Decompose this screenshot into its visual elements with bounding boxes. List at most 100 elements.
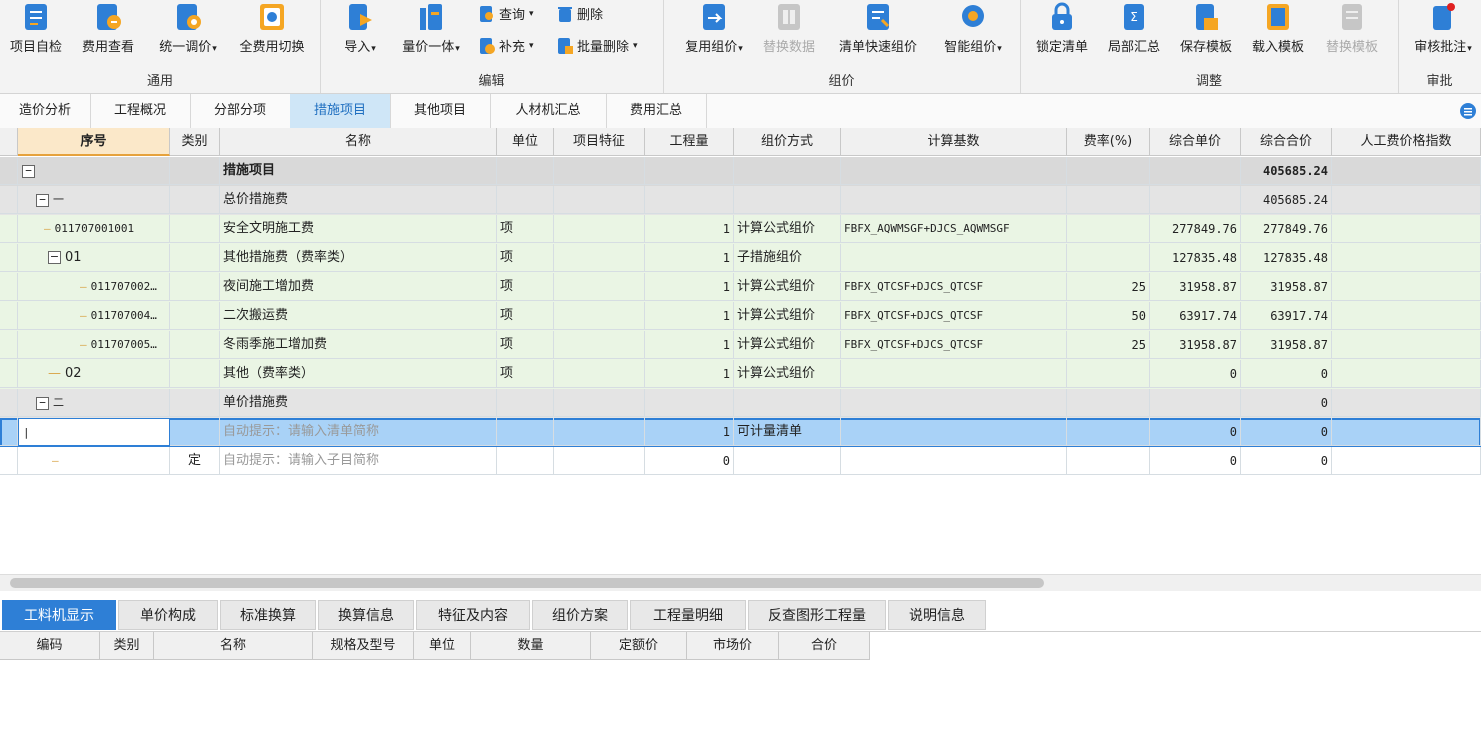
rate-cell[interactable] — [1067, 157, 1150, 185]
row-number[interactable] — [0, 331, 18, 359]
unit-cell[interactable] — [497, 186, 554, 214]
fee-view-button[interactable]: 费用查看 — [76, 2, 140, 55]
detail-column-header[interactable]: 市场价 — [687, 632, 779, 660]
unit-cell[interactable]: 项 — [497, 302, 554, 330]
pricing-method-cell[interactable]: 计算公式组价 — [734, 302, 841, 330]
table-row[interactable]: — 02 其他（费率类）项 1 计算公式组价 0 0 — [0, 360, 1481, 389]
row-number[interactable] — [0, 273, 18, 301]
table-row[interactable]: | 自动提示：请输入清单简称 1 可计量清单 0 0 — [0, 418, 1481, 447]
detail-column-header[interactable]: 单位 — [414, 632, 471, 660]
calc-base-cell[interactable] — [841, 418, 1067, 446]
unit-price-cell[interactable]: 0 — [1150, 360, 1241, 388]
rate-cell[interactable]: 25 — [1067, 331, 1150, 359]
labor-index-cell[interactable] — [1332, 186, 1481, 214]
column-header[interactable]: 人工费价格指数 — [1332, 128, 1481, 156]
unit-cell[interactable]: 项 — [497, 273, 554, 301]
column-header[interactable]: 计算基数 — [841, 128, 1067, 156]
collapse-toggle-icon[interactable]: − — [36, 193, 49, 207]
total-price-cell[interactable]: 0 — [1241, 360, 1332, 388]
column-header[interactable]: 名称 — [220, 128, 497, 156]
table-row[interactable]: —011707002… 夜间施工增加费项 1 计算公式组价 FBFX_QTCSF+DJC… — [0, 273, 1481, 302]
detail-tab[interactable]: 单价构成 — [118, 600, 218, 630]
sequence-cell[interactable]: −01 — [18, 244, 170, 272]
table-row[interactable]: — 定自动提示：请输入子目简称 0 0 0 — [0, 447, 1481, 476]
quick-pricing-button[interactable]: 清单快速组价 — [831, 2, 925, 55]
feature-cell[interactable] — [554, 331, 645, 359]
tab-project-overview[interactable]: 工程概况 — [90, 94, 191, 128]
table-row[interactable]: − 二 单价措施费 0 — [0, 389, 1481, 418]
labor-index-cell[interactable] — [1332, 215, 1481, 243]
column-header[interactable]: 类别 — [170, 128, 220, 156]
row-number[interactable] — [0, 447, 18, 475]
category-cell[interactable] — [170, 244, 220, 272]
quantity-cell[interactable]: 1 — [645, 215, 734, 243]
pricing-method-cell[interactable]: 可计量清单 — [734, 418, 841, 446]
partial-summary-button[interactable]: Σ 局部汇总 — [1102, 2, 1166, 55]
category-cell[interactable]: 定 — [170, 447, 220, 475]
lock-list-button[interactable]: 锁定清单 — [1030, 2, 1094, 55]
unit-cell[interactable] — [497, 418, 554, 446]
pricing-method-cell[interactable] — [734, 447, 841, 475]
unit-cell[interactable] — [497, 389, 554, 417]
rate-cell[interactable]: 50 — [1067, 302, 1150, 330]
name-cell[interactable]: 单价措施费 — [220, 389, 497, 417]
quantity-cell[interactable]: 0 — [645, 447, 734, 475]
name-cell[interactable]: 其他（费率类） — [220, 360, 497, 388]
query-button[interactable]: 查询 ▾ — [478, 4, 534, 23]
sequence-cell[interactable]: − 一 — [18, 186, 170, 214]
reuse-pricing-button[interactable]: 复用组价▾ — [677, 2, 751, 55]
unit-price-cell[interactable]: 0 — [1150, 418, 1241, 446]
rate-cell[interactable]: 25 — [1067, 273, 1150, 301]
detail-tab[interactable]: 工程量明细 — [630, 600, 746, 630]
row-number[interactable] — [0, 244, 18, 272]
sequence-cell[interactable]: — — [18, 447, 170, 475]
calc-base-cell[interactable] — [841, 360, 1067, 388]
detail-column-header[interactable]: 类别 — [100, 632, 154, 660]
detail-column-header[interactable]: 数量 — [471, 632, 591, 660]
labor-index-cell[interactable] — [1332, 418, 1481, 446]
total-price-cell[interactable]: 277849.76 — [1241, 215, 1332, 243]
unit-cell[interactable]: 项 — [497, 360, 554, 388]
delete-button[interactable]: 删除 — [556, 4, 603, 23]
detail-tab[interactable]: 特征及内容 — [416, 600, 530, 630]
labor-index-cell[interactable] — [1332, 331, 1481, 359]
total-price-cell[interactable]: 63917.74 — [1241, 302, 1332, 330]
rate-cell[interactable] — [1067, 447, 1150, 475]
rate-cell[interactable] — [1067, 418, 1150, 446]
rate-cell[interactable] — [1067, 215, 1150, 243]
quantity-cell[interactable] — [645, 157, 734, 185]
load-template-button[interactable]: 载入模板 — [1246, 2, 1310, 55]
sequence-cell[interactable]: − 二 — [18, 389, 170, 417]
pricing-method-cell[interactable]: 计算公式组价 — [734, 331, 841, 359]
feature-cell[interactable] — [554, 215, 645, 243]
total-price-cell[interactable]: 0 — [1241, 389, 1332, 417]
calc-base-cell[interactable] — [841, 244, 1067, 272]
unit-price-cell[interactable] — [1150, 186, 1241, 214]
unified-adjust-button[interactable]: 统一调价▾ — [150, 2, 226, 55]
total-price-cell[interactable]: 31958.87 — [1241, 331, 1332, 359]
quantity-cell[interactable]: 1 — [645, 360, 734, 388]
detail-tab[interactable]: 反查图形工程量 — [748, 600, 886, 630]
calc-base-cell[interactable]: FBFX_QTCSF+DJCS_QTCSF — [841, 302, 1067, 330]
collapse-toggle-icon[interactable]: − — [36, 396, 49, 410]
detail-tab[interactable]: 说明信息 — [888, 600, 986, 630]
row-number-header[interactable] — [0, 128, 18, 156]
collapse-toggle-icon[interactable]: − — [48, 251, 61, 264]
feature-cell[interactable] — [554, 273, 645, 301]
rate-cell[interactable] — [1067, 389, 1150, 417]
tab-cost-analysis[interactable]: 造价分析 — [0, 94, 91, 128]
feature-cell[interactable] — [554, 360, 645, 388]
total-price-cell[interactable]: 0 — [1241, 447, 1332, 475]
labor-index-cell[interactable] — [1332, 244, 1481, 272]
detail-tab[interactable]: 工料机显示 — [2, 600, 116, 630]
table-row[interactable]: − 措施项目 405685.24 — [0, 157, 1481, 186]
quantity-cell[interactable]: 1 — [645, 418, 734, 446]
feature-cell[interactable] — [554, 447, 645, 475]
column-header[interactable]: 序号 — [18, 128, 170, 156]
feature-cell[interactable] — [554, 302, 645, 330]
name-cell[interactable]: 其他措施费（费率类） — [220, 244, 497, 272]
feature-cell[interactable] — [554, 244, 645, 272]
column-header[interactable]: 组价方式 — [734, 128, 841, 156]
pricing-method-cell[interactable]: 计算公式组价 — [734, 360, 841, 388]
panel-menu-icon[interactable] — [1459, 102, 1477, 120]
